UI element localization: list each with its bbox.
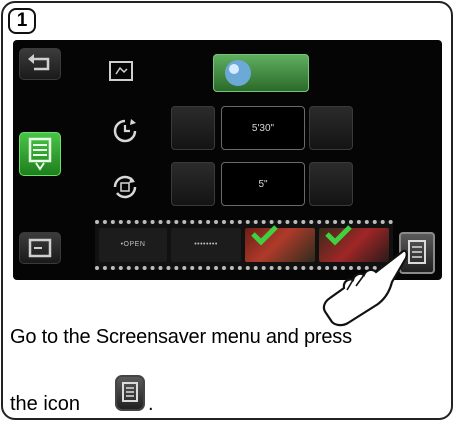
screensaver-menu-button[interactable] bbox=[19, 132, 61, 176]
screensaver-preview-icon bbox=[225, 60, 251, 86]
count-value: 5" bbox=[221, 162, 305, 206]
filmstrip-caption-2: •••••••• bbox=[194, 241, 218, 248]
filmstrip-caption-1: •OPEN bbox=[120, 241, 146, 248]
exit-icon bbox=[28, 238, 52, 258]
time-value: 5'30" bbox=[221, 106, 305, 150]
time-increase-button[interactable] bbox=[309, 106, 353, 150]
step-badge: 1 bbox=[8, 8, 36, 34]
count-increase-button[interactable] bbox=[309, 162, 353, 206]
time-decrease-button[interactable] bbox=[171, 106, 215, 150]
sidebar bbox=[13, 40, 71, 280]
inline-list-icon bbox=[115, 375, 145, 411]
cycle-icon bbox=[109, 171, 141, 208]
check-icon bbox=[251, 225, 278, 246]
screensaver-type-icon bbox=[108, 60, 134, 87]
filmstrip-frame-1[interactable]: •OPEN bbox=[99, 228, 167, 262]
count-decrease-button[interactable] bbox=[171, 162, 215, 206]
instruction-period: . bbox=[148, 393, 154, 415]
clock-icon bbox=[109, 115, 141, 152]
instruction-line-1: Go to the Screensaver menu and press bbox=[10, 326, 352, 348]
filmstrip-frame-2[interactable]: •••••••• bbox=[171, 228, 241, 262]
instruction-line-2: the icon bbox=[10, 393, 81, 415]
pointing-hand-icon bbox=[322, 249, 408, 327]
back-button[interactable] bbox=[19, 48, 61, 80]
filmstrip-frame-3[interactable] bbox=[245, 225, 315, 262]
screensaver-toggle[interactable] bbox=[213, 54, 309, 92]
exit-button[interactable] bbox=[19, 232, 61, 264]
back-icon bbox=[28, 54, 50, 71]
screensaver-menu-icon bbox=[28, 137, 52, 171]
